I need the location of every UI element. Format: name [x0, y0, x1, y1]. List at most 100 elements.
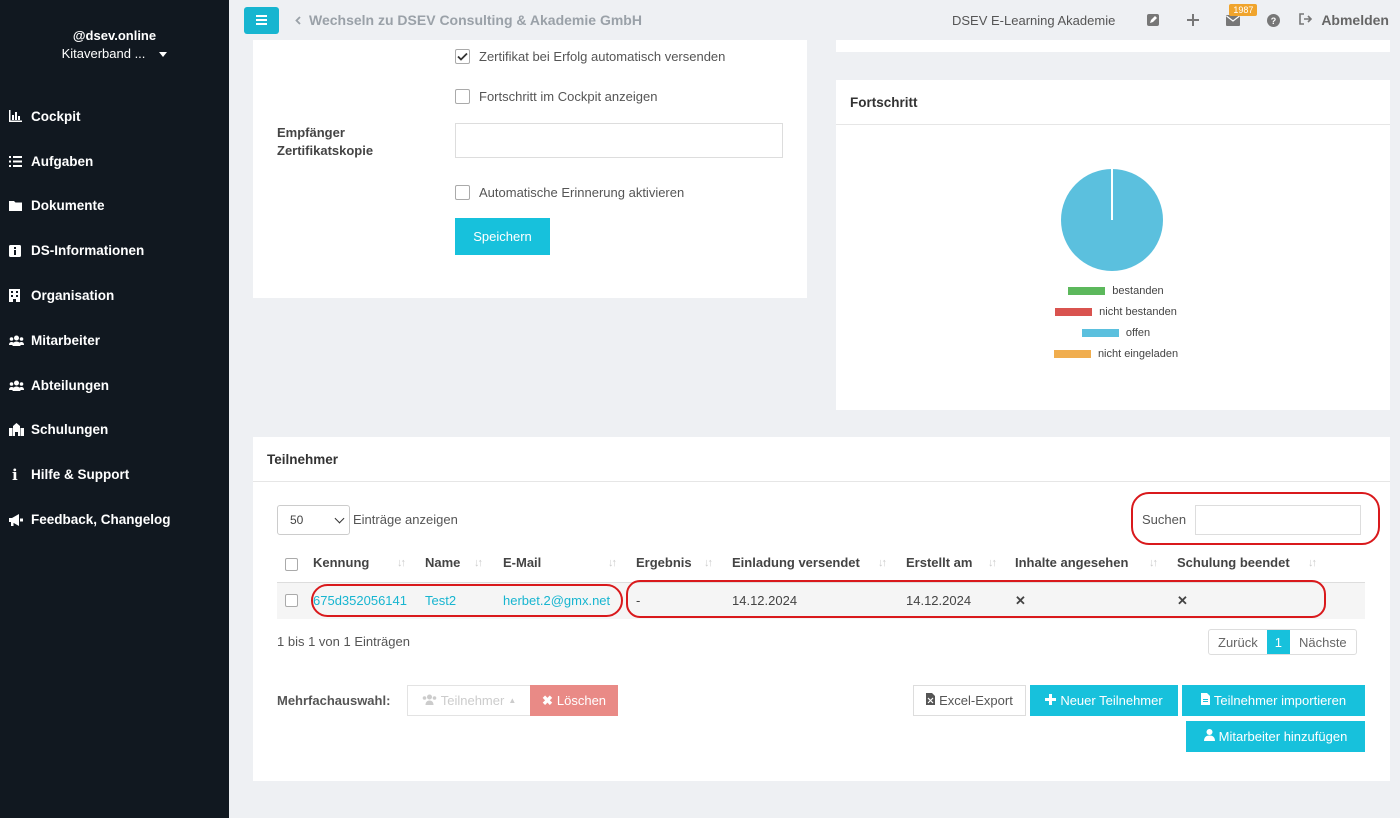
settings-form-card: Zertifikat bei Erfolg automatisch versen… — [253, 40, 807, 298]
menu-toggle-button[interactable] — [244, 6, 279, 34]
import-participants-button[interactable]: Teilnehmer importieren — [1182, 685, 1365, 716]
select-all-checkbox[interactable] — [285, 558, 298, 571]
building-icon — [9, 289, 31, 303]
legend-item: offen — [1026, 322, 1206, 343]
legend-swatch — [1068, 286, 1106, 295]
sidebar-nav: Cockpit Aufgaben Dokumente DS-Informatio… — [0, 94, 229, 542]
logout-button[interactable]: Abmelden — [1299, 12, 1389, 28]
sidebar-item-abteilungen[interactable]: Abteilungen — [0, 363, 229, 408]
file-icon — [1200, 693, 1210, 708]
show-progress-checkbox[interactable] — [455, 89, 470, 104]
progress-card: Fortschritt bestanden nicht bestanden of… — [836, 80, 1390, 410]
org-name: Kitaverband ... — [61, 46, 146, 61]
new-participant-button[interactable]: Neuer Teilnehmer — [1030, 685, 1178, 716]
mail-icon[interactable]: 1987 — [1213, 0, 1258, 40]
legend-item: nicht bestanden — [1026, 301, 1206, 322]
pager-prev[interactable]: Zurück — [1209, 630, 1267, 654]
user-block[interactable]: @dsev.online Kitaverband ... — [0, 0, 229, 90]
participants-title: Teilnehmer — [253, 437, 1390, 482]
table-header: Kennung ↓↑ Name ↓↑ E-Mail ↓↑ Ergebnis ↓↑ Ein… — [277, 549, 1365, 583]
column-header[interactable]: Ergebnis — [636, 555, 692, 570]
page-length-label: Einträge anzeigen — [353, 512, 458, 527]
legend-item: bestanden — [1026, 280, 1206, 301]
multi-select-label: Mehrfachauswahl: — [277, 693, 391, 708]
save-button[interactable]: Speichern — [455, 218, 550, 255]
edit-icon[interactable] — [1133, 0, 1173, 40]
sidebar-item-mitarbeiter[interactable]: Mitarbeiter — [0, 318, 229, 363]
switch-company-label: Wechseln zu DSEV Consulting & Akademie G… — [309, 12, 642, 28]
caret-up-icon: ▲ — [508, 696, 517, 705]
info-square-icon — [9, 244, 31, 257]
column-header[interactable]: Kennung — [313, 555, 369, 570]
sidebar-item-label: Aufgaben — [31, 153, 94, 169]
cert-auto-send-checkbox[interactable] — [455, 49, 470, 64]
sort-icon: ↓↑ — [474, 557, 483, 569]
column-header[interactable]: Schulung beendet — [1177, 555, 1290, 570]
users-icon — [9, 380, 31, 391]
svg-text:?: ? — [1271, 16, 1277, 26]
recipient-input[interactable] — [455, 123, 783, 158]
sidebar-item-schulungen[interactable]: Schulungen — [0, 408, 229, 453]
org-selector[interactable]: Kitaverband ... — [0, 46, 229, 61]
legend-swatch — [1053, 349, 1091, 358]
legend-item: nicht eingeladen — [1026, 343, 1206, 364]
add-staff-button[interactable]: Mitarbeiter hinzufügen — [1186, 721, 1365, 752]
auto-reminder-label: Automatische Erinnerung aktivieren — [479, 185, 685, 200]
sidebar-item-dokumente[interactable]: Dokumente — [0, 184, 229, 229]
auto-reminder-row: Automatische Erinnerung aktivieren — [455, 185, 684, 200]
column-header[interactable]: Erstellt am — [906, 555, 972, 570]
card-top-edge — [836, 40, 1390, 52]
sort-icon: ↓↑ — [878, 557, 887, 569]
auto-reminder-checkbox[interactable] — [455, 185, 470, 200]
chart-legend: bestanden nicht bestanden offen nicht ei… — [1026, 280, 1206, 364]
plus-icon[interactable] — [1173, 0, 1213, 40]
sidebar-item-ds-informationen[interactable]: DS-Informationen — [0, 228, 229, 273]
sort-icon: ↓↑ — [1308, 557, 1317, 569]
pager-current[interactable]: 1 — [1266, 630, 1290, 654]
show-progress-label: Fortschritt im Cockpit anzeigen — [479, 89, 658, 104]
list-icon — [9, 155, 31, 167]
help-icon[interactable]: ? — [1253, 0, 1293, 40]
switch-company-link[interactable]: Wechseln zu DSEV Consulting & Akademie G… — [295, 12, 642, 28]
annotation-search — [1131, 492, 1380, 545]
chart-icon — [9, 110, 31, 123]
page-length-select[interactable]: 50 — [277, 505, 350, 535]
pager-next[interactable]: Nächste — [1290, 630, 1356, 654]
excel-export-button[interactable]: Excel-Export — [913, 685, 1026, 716]
caret-down-icon — [159, 52, 168, 58]
logout-label: Abmelden — [1321, 12, 1389, 28]
topbar: Wechseln zu DSEV Consulting & Akademie G… — [229, 0, 1400, 40]
sidebar-item-label: Feedback, Changelog — [31, 512, 171, 528]
folder-icon — [9, 200, 31, 212]
sidebar-item-feedback-changelog[interactable]: Feedback, Changelog — [0, 497, 229, 542]
sign-out-icon — [1299, 12, 1313, 28]
sidebar-item-cockpit[interactable]: Cockpit — [0, 94, 229, 139]
chevron-left-icon — [295, 12, 301, 28]
sidebar-item-label: Hilfe & Support — [31, 467, 130, 483]
column-header[interactable]: E-Mail — [503, 555, 541, 570]
sort-icon: ↓↑ — [988, 557, 997, 569]
chevron-down-icon — [334, 513, 345, 524]
academy-link[interactable]: DSEV E-Learning Akademie — [952, 13, 1115, 28]
sidebar-item-label: Cockpit — [31, 108, 81, 124]
participants-dropdown-button[interactable]: Teilnehmer ▲ — [407, 685, 531, 716]
close-icon: ✖ — [541, 692, 553, 708]
sidebar-item-label: DS-Informationen — [31, 243, 145, 259]
sort-icon: ↓↑ — [397, 557, 406, 569]
delete-button[interactable]: ✖ Löschen — [530, 685, 618, 716]
user-name: @dsev.online — [72, 28, 157, 43]
sidebar-item-hilfe-support[interactable]: i Hilfe & Support — [0, 452, 229, 497]
sidebar-item-organisation[interactable]: Organisation — [0, 273, 229, 318]
sidebar-item-aufgaben[interactable]: Aufgaben — [0, 139, 229, 184]
plus-icon — [1045, 693, 1057, 708]
megaphone-icon — [9, 513, 31, 526]
annotation-identity — [311, 584, 623, 617]
pagination: Zurück 1 Nächste — [1208, 629, 1357, 655]
column-header[interactable]: Einladung versendet — [732, 555, 860, 570]
row-checkbox[interactable] — [285, 594, 298, 607]
sort-icon: ↓↑ — [1149, 557, 1158, 569]
user-icon — [1203, 729, 1215, 744]
column-header[interactable]: Inhalte angesehen — [1015, 555, 1128, 570]
cert-auto-send-label: Zertifikat bei Erfolg automatisch versen… — [479, 49, 726, 64]
column-header[interactable]: Name — [425, 555, 460, 570]
